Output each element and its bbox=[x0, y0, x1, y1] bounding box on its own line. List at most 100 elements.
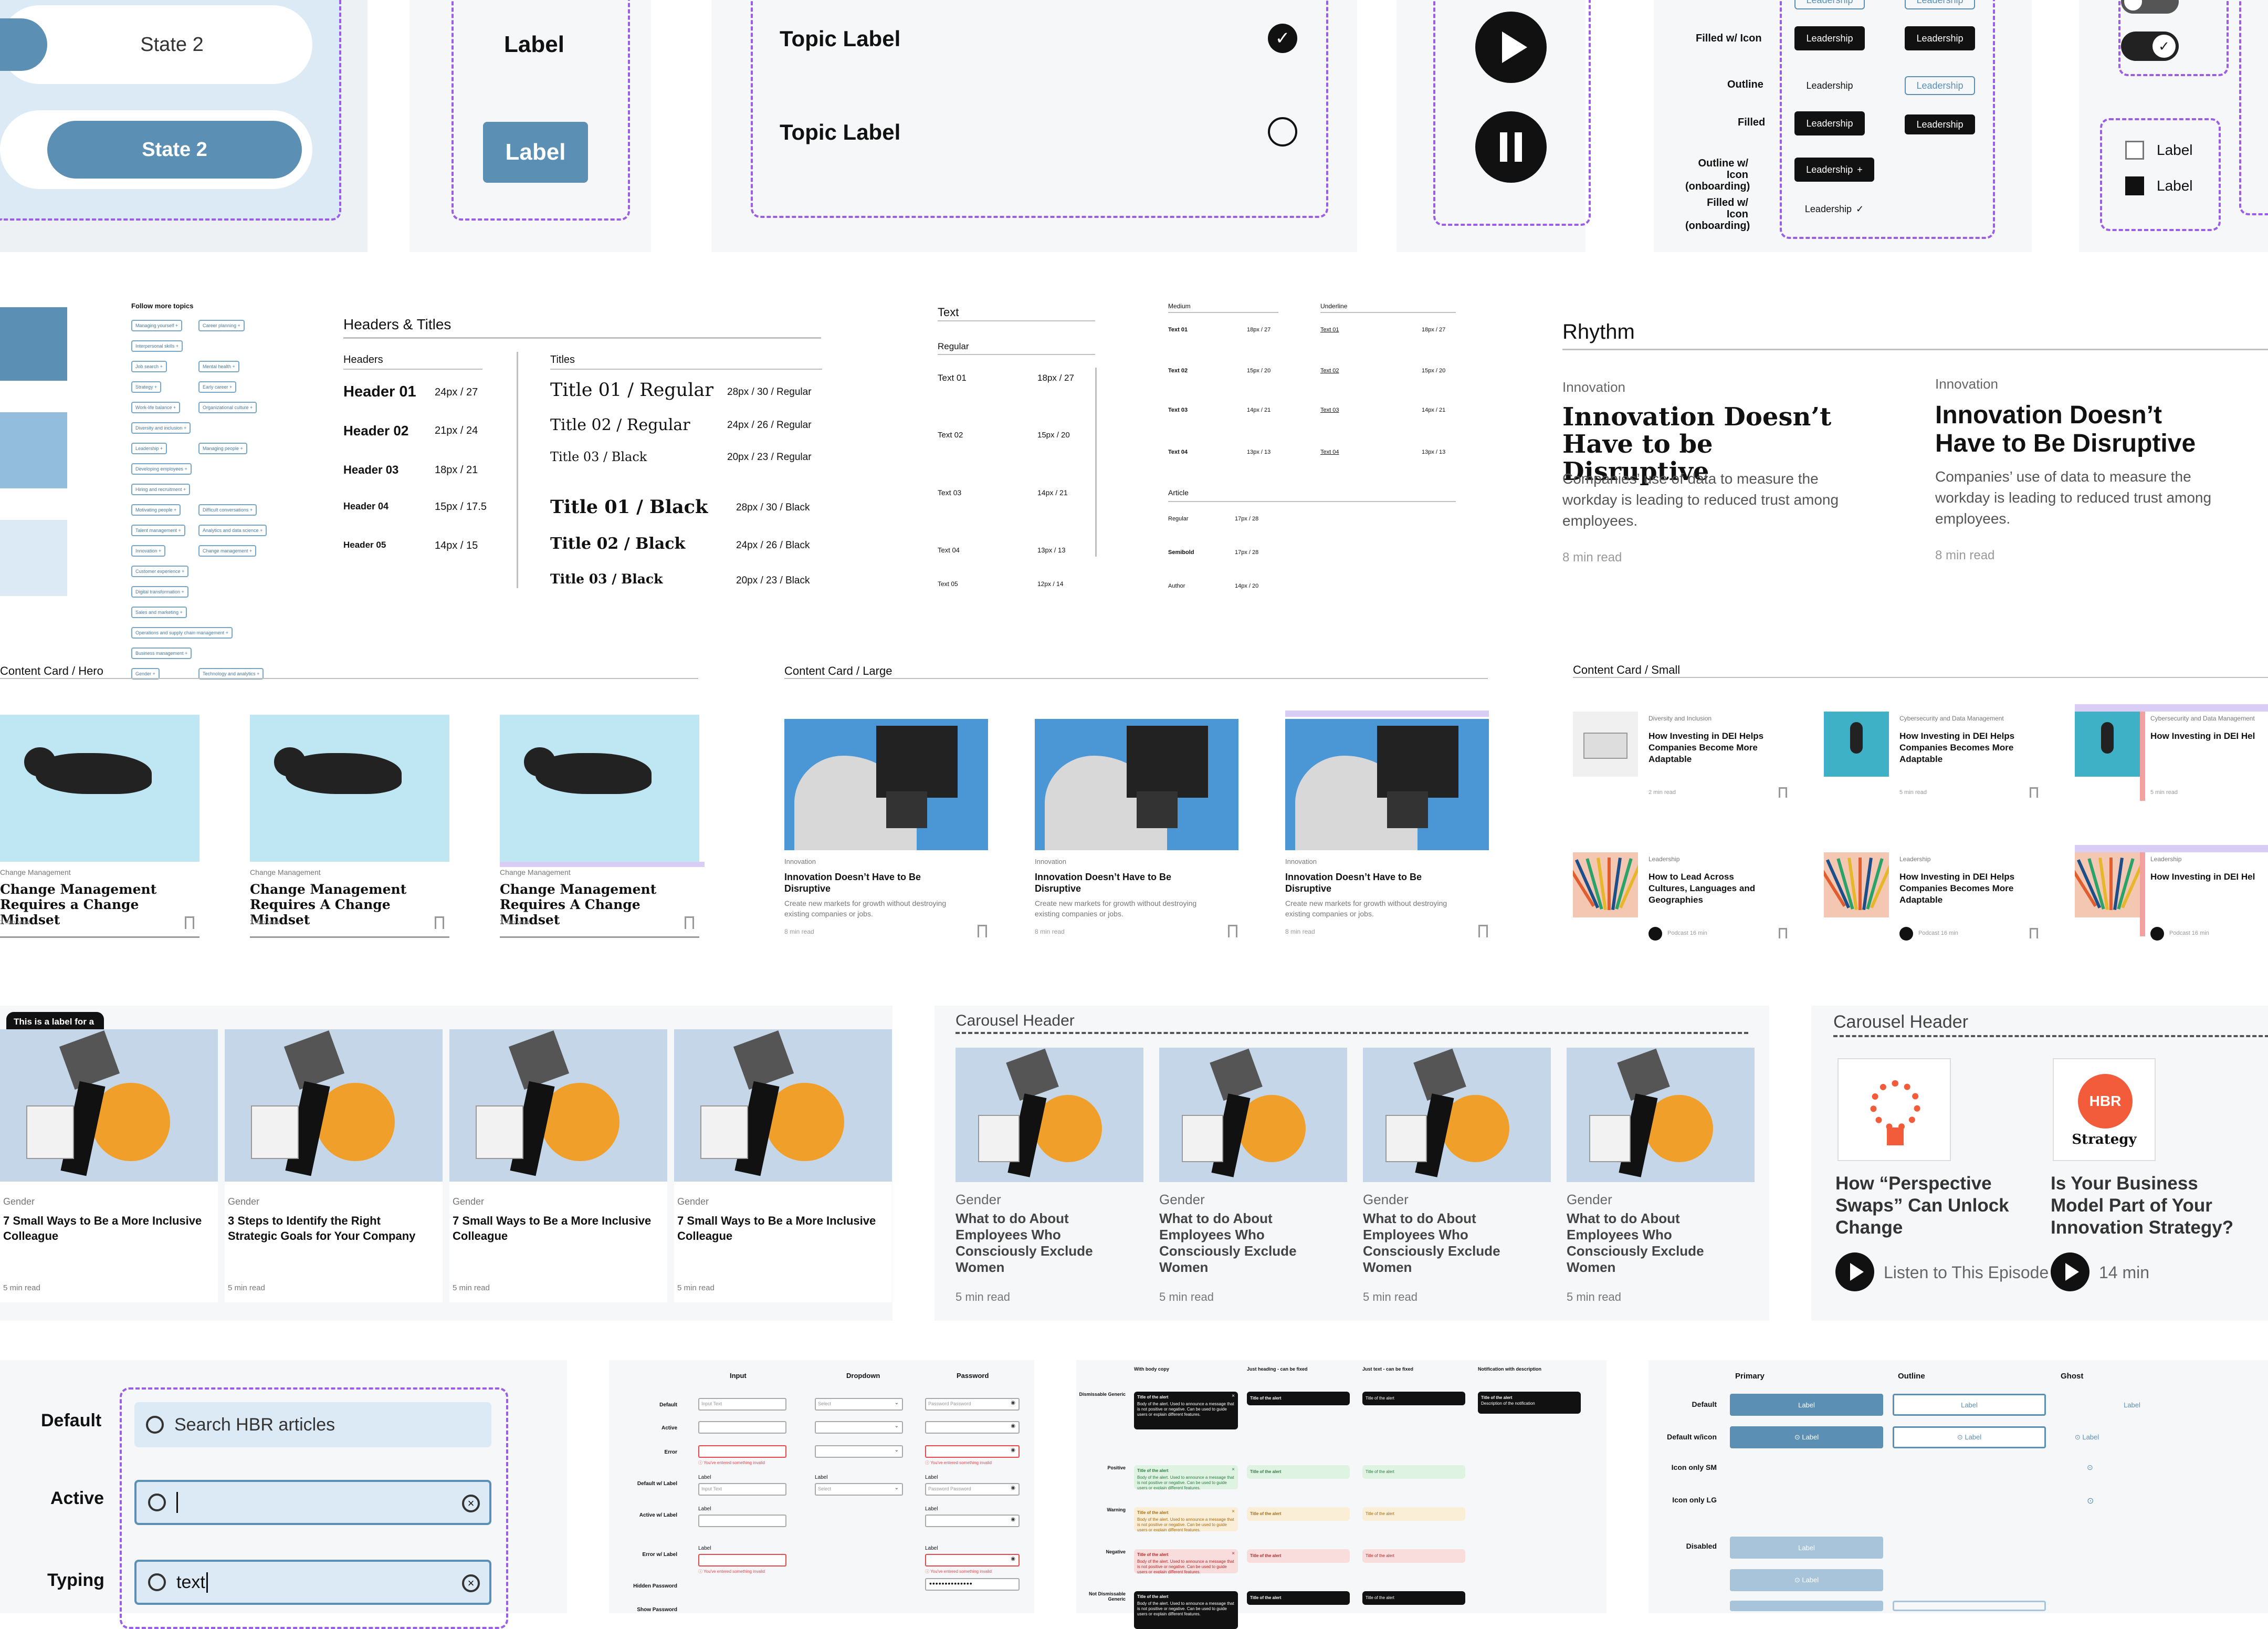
small-title[interactable]: How Investing in DEI Helps Companies Bec… bbox=[1899, 871, 2025, 906]
bookmark-icon[interactable] bbox=[185, 916, 194, 929]
form-field[interactable]: Password Password ◉ bbox=[925, 1483, 1020, 1496]
form-field[interactable]: ◉ bbox=[925, 1421, 1020, 1434]
podcast-play-icon[interactable] bbox=[1899, 927, 1913, 941]
small-image[interactable] bbox=[2075, 712, 2140, 777]
search-input-active[interactable]: × bbox=[134, 1480, 491, 1525]
toggle-on[interactable]: ✓ bbox=[2121, 32, 2179, 61]
notification-text-only[interactable]: Title of the alert bbox=[1362, 1507, 1465, 1521]
clear-icon[interactable]: × bbox=[462, 1574, 480, 1592]
search-input-typing[interactable]: text × bbox=[134, 1560, 491, 1605]
chip-filled-icon-1[interactable]: Leadership bbox=[1794, 26, 1865, 50]
notification-heading-only[interactable]: Title of the alert bbox=[1247, 1507, 1350, 1521]
dance-image[interactable] bbox=[1159, 1048, 1347, 1182]
carousel-title[interactable]: 7 Small Ways to Be a More Inclusive Coll… bbox=[677, 1213, 882, 1244]
password-hidden-field[interactable]: •••••••••••••• bbox=[925, 1578, 1020, 1591]
form-field[interactable] bbox=[698, 1554, 786, 1567]
dance-image[interactable] bbox=[1363, 1048, 1551, 1182]
topic-label-1[interactable]: Topic Label bbox=[780, 26, 900, 51]
carousel-c-play-2[interactable] bbox=[2051, 1252, 2090, 1291]
eye-icon[interactable]: ◉ bbox=[1011, 1400, 1015, 1406]
podcast-play-icon[interactable] bbox=[2150, 927, 2164, 941]
topic-chip[interactable]: Early career + bbox=[198, 381, 237, 393]
dance-image[interactable] bbox=[225, 1029, 443, 1182]
primary-icon-button[interactable]: ⊙ Label bbox=[1730, 1426, 1883, 1448]
notification-card[interactable]: Title of the alert Body of the alert. Use… bbox=[1134, 1591, 1238, 1629]
form-field[interactable]: Input Text bbox=[698, 1398, 786, 1411]
radio-empty-icon[interactable] bbox=[1268, 117, 1297, 147]
form-field[interactable]: Input Text bbox=[698, 1483, 786, 1496]
topic-chip[interactable]: Analytics and data science + bbox=[198, 525, 267, 536]
topic-chip[interactable]: Operations and supply chain management + bbox=[131, 627, 233, 639]
carousel-c-title-1[interactable]: How “Perspective Swaps” Can Unlock Chang… bbox=[1835, 1173, 2014, 1239]
bookmark-icon[interactable] bbox=[1478, 925, 1488, 937]
carousel-title[interactable]: 3 Steps to Identify the Right Strategic … bbox=[228, 1213, 433, 1244]
small-title[interactable]: How Investing in DEI Helps Companies Bec… bbox=[1648, 730, 1774, 765]
bookmark-icon[interactable] bbox=[978, 925, 987, 937]
small-image[interactable] bbox=[1824, 852, 1889, 917]
topic-chip[interactable]: Leadership + bbox=[131, 443, 167, 454]
small-image[interactable] bbox=[2075, 852, 2140, 917]
notification-with-desc[interactable]: Title of the alert Description of the not… bbox=[1478, 1392, 1581, 1414]
bookmark-icon[interactable] bbox=[1779, 787, 1787, 798]
art-image[interactable] bbox=[1035, 719, 1238, 850]
carousel-c-title-2[interactable]: Is Your Business Model Part of Your Inno… bbox=[2051, 1173, 2240, 1239]
outline-icon-button[interactable]: ⊙ Label bbox=[1893, 1426, 2046, 1448]
notification-card[interactable]: Title of the alert Body of the alert. Use… bbox=[1134, 1465, 1238, 1489]
carousel-card[interactable]: Gender 7 Small Ways to Be a More Inclusiv… bbox=[674, 1029, 892, 1302]
form-field[interactable]: Select ⌄ bbox=[815, 1398, 903, 1411]
small-title[interactable]: How to Lead Across Cultures, Languages a… bbox=[1648, 871, 1774, 906]
carousel-title[interactable]: 7 Small Ways to Be a More Inclusive Coll… bbox=[453, 1213, 657, 1244]
notification-card[interactable]: Title of the alert Body of the alert. Use… bbox=[1134, 1392, 1238, 1429]
podcast-play-icon[interactable] bbox=[1648, 927, 1662, 941]
bookmark-icon[interactable] bbox=[1779, 928, 1787, 938]
form-field[interactable]: ◉ bbox=[925, 1515, 1020, 1527]
topic-chip[interactable]: Difficult conversations + bbox=[198, 504, 257, 516]
topic-chip[interactable]: Talent management + bbox=[131, 525, 185, 536]
hero-image[interactable] bbox=[250, 715, 449, 862]
topic-label-2[interactable]: Topic Label bbox=[780, 120, 900, 145]
state-pill-active-wrapper[interactable]: State 2 bbox=[0, 110, 312, 189]
chip-outline-top-2[interactable]: Leadership bbox=[1905, 0, 1975, 9]
small-title[interactable]: How Investing in DEI Helps Companies Bec… bbox=[1899, 730, 2025, 765]
chip-filled-1[interactable]: Leadership bbox=[1794, 111, 1865, 135]
art-image[interactable] bbox=[1285, 719, 1489, 850]
topic-chip[interactable]: Hiring and recruitment + bbox=[131, 484, 191, 495]
check-icon[interactable]: ✓ bbox=[1268, 24, 1297, 53]
checkbox-empty[interactable] bbox=[2125, 141, 2144, 160]
close-icon[interactable]: × bbox=[1232, 1394, 1235, 1399]
topic-chip[interactable]: Career planning + bbox=[198, 320, 245, 331]
form-field[interactable]: ⌄ bbox=[815, 1421, 903, 1434]
label-button[interactable]: Label bbox=[483, 122, 588, 183]
topic-chip[interactable]: Motivating people + bbox=[131, 504, 181, 516]
small-image[interactable] bbox=[1573, 852, 1638, 917]
carousel-b-title[interactable]: What to do About Employees Who Conscious… bbox=[1159, 1210, 1317, 1276]
carousel-c-card-1-img[interactable] bbox=[1838, 1058, 1951, 1161]
eye-icon[interactable]: ◉ bbox=[1011, 1556, 1015, 1562]
notification-heading-only[interactable]: Title of the alert bbox=[1247, 1591, 1350, 1605]
topic-chip[interactable]: Interpersonal skills + bbox=[131, 340, 183, 352]
dance-image[interactable] bbox=[674, 1029, 892, 1182]
notification-heading-only[interactable]: Title of the alert bbox=[1247, 1392, 1350, 1405]
carousel-card[interactable]: Gender 7 Small Ways to Be a More Inclusiv… bbox=[0, 1029, 218, 1302]
toggle-off[interactable] bbox=[2121, 0, 2179, 14]
topic-chip[interactable]: Business management + bbox=[131, 648, 192, 659]
chip-outline-blue[interactable]: Leadership bbox=[1905, 76, 1975, 95]
eye-icon[interactable]: ◉ bbox=[1011, 1485, 1015, 1491]
chip-filled-2[interactable]: Leadership bbox=[1905, 114, 1975, 134]
checkbox-filled[interactable] bbox=[2125, 176, 2144, 195]
chip-outline-icon-onb[interactable]: Leadership + bbox=[1794, 158, 1874, 182]
bookmark-icon[interactable] bbox=[2030, 787, 2038, 798]
notification-text-only[interactable]: Title of the alert bbox=[1362, 1591, 1465, 1605]
topic-chip[interactable]: Customer experience + bbox=[131, 566, 189, 577]
hero-image[interactable] bbox=[500, 715, 699, 862]
topic-chip[interactable]: Digital transformation + bbox=[131, 586, 188, 598]
art-image[interactable] bbox=[784, 719, 988, 850]
primary-button[interactable]: Label bbox=[1730, 1394, 1883, 1416]
notification-text-only[interactable]: Title of the alert bbox=[1362, 1465, 1465, 1479]
carousel-card[interactable]: Gender 3 Steps to Identify the Right Stra… bbox=[225, 1029, 443, 1302]
dance-image[interactable] bbox=[0, 1029, 218, 1182]
bookmark-icon[interactable] bbox=[2030, 928, 2038, 938]
topic-chip[interactable]: Managing yourself + bbox=[131, 320, 183, 331]
pause-button[interactable] bbox=[1475, 111, 1547, 183]
topic-chip[interactable]: Strategy + bbox=[131, 381, 162, 393]
